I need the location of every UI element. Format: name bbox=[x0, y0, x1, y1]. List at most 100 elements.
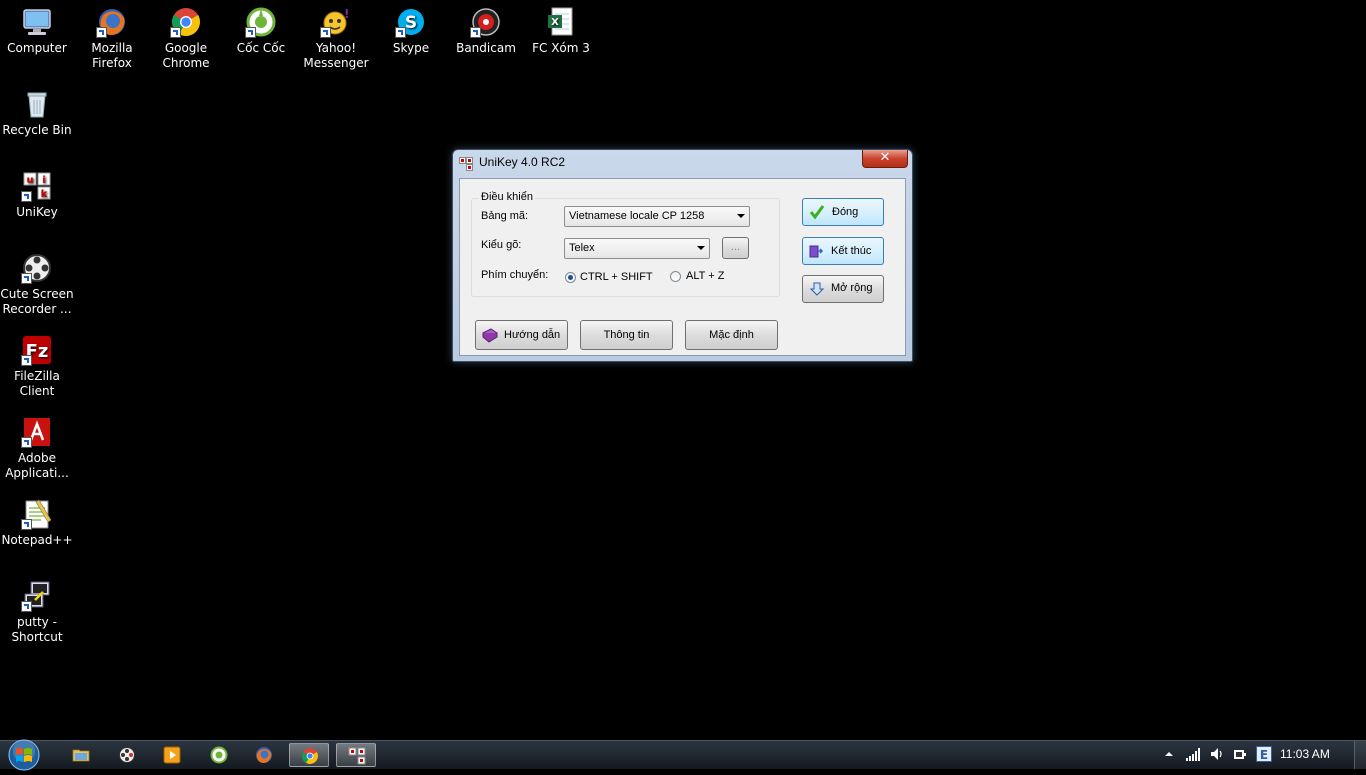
expand-button[interactable]: Mở rộng bbox=[802, 275, 884, 303]
help-label: Hướng dẫn bbox=[504, 329, 561, 341]
hotkey-alt-z-radio[interactable] bbox=[670, 271, 681, 282]
desktop-icon-skype[interactable]: S Skype bbox=[374, 6, 448, 56]
clock[interactable]: 11:03 AM bbox=[1280, 747, 1330, 761]
desktop-icon-computer[interactable]: Computer bbox=[0, 6, 74, 56]
media-player-icon bbox=[163, 746, 181, 764]
hotkey-ctrl-shift-label[interactable]: CTRL + SHIFT bbox=[580, 271, 653, 283]
expand-label: Mở rộng bbox=[831, 282, 873, 294]
desktop-icon-label: Bandicam bbox=[456, 41, 516, 55]
hotkey-label: Phím chuyển: bbox=[481, 269, 549, 281]
power-icon[interactable] bbox=[1232, 746, 1248, 762]
desktop-icon-filezilla[interactable]: Fz FileZilla Client bbox=[0, 334, 74, 399]
desktop-icon-label: Skype bbox=[392, 41, 430, 55]
chrome-icon bbox=[170, 6, 202, 38]
charset-label: Bảng mã: bbox=[481, 210, 529, 222]
desktop-icon-bandicam[interactable]: Bandicam bbox=[449, 6, 523, 56]
desktop-icon-label: Adobe Applicati... bbox=[5, 451, 69, 480]
svg-text:u: u bbox=[26, 175, 33, 186]
folder-icon bbox=[72, 749, 90, 762]
filezilla-icon: Fz bbox=[21, 334, 53, 366]
desktop-icon-label: Yahoo! Messenger bbox=[303, 41, 369, 70]
desktop-icon-yahoo-messenger[interactable]: ! Yahoo! Messenger bbox=[299, 6, 373, 71]
desktop-icon-label: FC Xóm 3 bbox=[532, 41, 590, 55]
book-icon bbox=[482, 328, 498, 347]
close-button[interactable]: ✕ bbox=[862, 150, 908, 168]
desktop-icon-label: Computer bbox=[7, 41, 67, 55]
charset-select[interactable]: Vietnamese locale CP 1258 bbox=[564, 206, 750, 227]
chrome-icon bbox=[302, 748, 318, 764]
unikey-tray-icon[interactable]: E bbox=[1256, 746, 1272, 762]
hotkey-ctrl-shift-radio[interactable] bbox=[565, 272, 576, 283]
desktop-icon-fc-xom-3[interactable]: X FC Xóm 3 bbox=[524, 6, 598, 56]
bandicam-icon bbox=[470, 6, 502, 38]
help-button[interactable]: Hướng dẫn bbox=[475, 320, 568, 350]
default-button[interactable]: Mặc định bbox=[685, 320, 778, 350]
desktop-icon-coccoc[interactable]: Cốc Cốc bbox=[224, 6, 298, 56]
svg-text:X: X bbox=[551, 17, 559, 28]
svg-text:S: S bbox=[405, 13, 417, 33]
window-title: UniKey 4.0 RC2 bbox=[479, 155, 566, 169]
taskbar-unikey[interactable] bbox=[336, 743, 376, 767]
hotkey-alt-z-label[interactable]: ALT + Z bbox=[686, 270, 724, 282]
computer-icon bbox=[21, 6, 53, 38]
recorder-icon bbox=[119, 747, 135, 763]
taskbar-chrome[interactable] bbox=[289, 743, 329, 767]
svg-text:k: k bbox=[41, 189, 48, 200]
excel-file-icon: X bbox=[545, 6, 577, 38]
taskbar-explorer[interactable] bbox=[61, 743, 101, 767]
desktop-icon-label: Mozilla Firefox bbox=[91, 41, 133, 70]
firefox-icon bbox=[96, 6, 128, 38]
unikey-window: UniKey 4.0 RC2 ✕ Điều khiển Bảng mã: Vie… bbox=[452, 149, 913, 362]
desktop-icon-unikey[interactable]: uik UniKey bbox=[0, 170, 74, 220]
start-button[interactable] bbox=[4, 737, 44, 771]
desktop-icon-chrome[interactable]: Google Chrome bbox=[149, 6, 223, 71]
unikey-client-area: Điều khiển Bảng mã: Vietnamese locale CP… bbox=[459, 178, 906, 356]
chevron-down-icon bbox=[697, 246, 705, 250]
unikey-icon: uik bbox=[21, 170, 53, 202]
volume-icon[interactable] bbox=[1209, 746, 1225, 762]
charset-value: Vietnamese locale CP 1258 bbox=[569, 210, 705, 222]
exit-button[interactable]: Kết thúc bbox=[802, 237, 884, 265]
taskbar-media-player[interactable] bbox=[152, 743, 192, 767]
skype-icon: S bbox=[395, 6, 427, 38]
desktop-icon-putty[interactable]: putty - Shortcut bbox=[0, 580, 74, 645]
input-method-label: Kiểu gõ: bbox=[481, 239, 522, 251]
unikey-titlebar[interactable]: UniKey 4.0 RC2 ✕ bbox=[453, 150, 912, 176]
svg-text:E: E bbox=[1260, 748, 1268, 762]
close-dialog-button[interactable]: Đóng bbox=[802, 198, 884, 226]
yahoo-messenger-icon: ! bbox=[320, 6, 352, 38]
desktop-icon-label: FileZilla Client bbox=[14, 369, 60, 398]
arrow-down-icon bbox=[809, 282, 825, 299]
adobe-icon bbox=[21, 416, 53, 448]
show-hidden-icons-icon[interactable] bbox=[1161, 746, 1177, 762]
desktop-icon-cute-screen-recorder[interactable]: Cute Screen Recorder ... bbox=[0, 252, 74, 317]
coccoc-icon bbox=[245, 6, 277, 38]
unikey-icon bbox=[348, 747, 366, 765]
network-signal-icon[interactable] bbox=[1185, 746, 1201, 762]
desktop: Computer Mozilla Firefox Google Chrome C… bbox=[0, 0, 1366, 740]
cute-screen-recorder-icon bbox=[21, 252, 53, 284]
input-method-select[interactable]: Telex bbox=[564, 238, 710, 259]
info-button[interactable]: Thông tin bbox=[580, 320, 673, 350]
unikey-icon bbox=[459, 156, 473, 171]
taskbar-cute-screen-recorder[interactable] bbox=[107, 743, 147, 767]
checkmark-icon bbox=[809, 204, 825, 223]
desktop-icon-notepadpp[interactable]: Notepad++ bbox=[0, 498, 74, 548]
show-desktop-button[interactable] bbox=[1354, 741, 1366, 769]
desktop-icon-label: Cốc Cốc bbox=[236, 41, 286, 55]
notepadpp-icon bbox=[21, 498, 53, 530]
input-method-options-button[interactable]: ... bbox=[722, 237, 749, 259]
exit-icon bbox=[809, 244, 824, 261]
recycle-bin-icon bbox=[21, 88, 53, 120]
svg-text:!: ! bbox=[344, 7, 349, 21]
putty-icon bbox=[21, 580, 53, 612]
svg-text:i: i bbox=[42, 175, 45, 186]
desktop-icon-adobe[interactable]: Adobe Applicati... bbox=[0, 416, 74, 481]
desktop-icon-firefox[interactable]: Mozilla Firefox bbox=[75, 6, 149, 71]
desktop-icon-recycle-bin[interactable]: Recycle Bin bbox=[0, 88, 74, 138]
exit-label: Kết thúc bbox=[831, 245, 872, 257]
desktop-icon-label: Notepad++ bbox=[1, 533, 73, 547]
taskbar-coccoc[interactable] bbox=[199, 743, 239, 767]
taskbar-firefox[interactable] bbox=[244, 743, 284, 767]
chevron-down-icon bbox=[737, 214, 745, 218]
